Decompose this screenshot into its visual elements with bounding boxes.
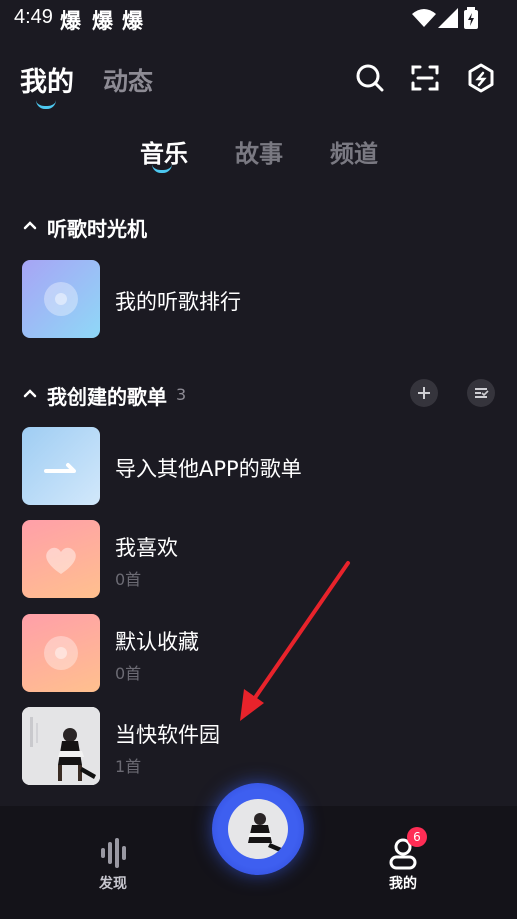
list-sort-icon (475, 388, 489, 398)
manage-playlists-button[interactable] (467, 379, 495, 407)
list-item-title[interactable]: 默认收藏 (115, 626, 199, 656)
list-item-title[interactable]: 导入其他APP的歌单 (115, 453, 302, 483)
signal-icon (438, 8, 458, 28)
now-playing-cover (228, 799, 288, 859)
heart-icon (46, 547, 76, 574)
tab-feed[interactable]: 动态 (103, 62, 153, 98)
chevron-up-icon[interactable] (23, 220, 37, 230)
tab-mine[interactable]: 我的 (20, 60, 74, 99)
list-item-title[interactable]: 当快软件园 (115, 719, 220, 749)
liked-thumbnail[interactable] (22, 520, 100, 598)
list-item-count: 0首 (115, 570, 142, 589)
nav-mine[interactable]: 我的 (389, 873, 417, 893)
list-item-count: 1首 (115, 757, 142, 776)
import-arrow-icon (44, 463, 76, 473)
list-item-count: 0首 (115, 664, 142, 683)
scan-icon[interactable] (410, 63, 440, 93)
ranking-title[interactable]: 我的听歌排行 (115, 286, 241, 316)
disc-icon (44, 636, 78, 670)
ranking-thumbnail[interactable] (22, 260, 100, 338)
import-thumbnail[interactable] (22, 427, 100, 505)
discover-waveform-icon (101, 838, 126, 868)
subtab-stories[interactable]: 故事 (235, 134, 283, 169)
notification-badge: 6 (407, 827, 427, 847)
custom-playlist-thumbnail[interactable] (22, 707, 100, 785)
album-cover-image (22, 707, 100, 785)
subtab-channels[interactable]: 频道 (330, 134, 378, 169)
add-playlist-button[interactable] (410, 379, 438, 407)
notification-icon: 爆 (92, 9, 113, 33)
plus-icon (418, 387, 430, 399)
section-title-time-machine[interactable]: 听歌时光机 (47, 213, 147, 242)
active-subtab-indicator (152, 164, 172, 173)
playlist-count: 3 (176, 385, 187, 404)
notification-icon: 爆 (60, 9, 81, 33)
annotation-arrow (240, 561, 350, 721)
now-playing-button[interactable] (212, 783, 304, 875)
battery-icon (464, 7, 478, 29)
wifi-icon (412, 9, 436, 27)
notification-icon: 爆 (122, 9, 143, 33)
section-title-playlists[interactable]: 我创建的歌单 (47, 381, 167, 410)
status-time: 4:49 (14, 6, 53, 28)
active-tab-indicator (36, 100, 56, 109)
search-icon[interactable] (355, 63, 385, 93)
now-playing-cover-image (248, 813, 284, 853)
list-item-title[interactable]: 我喜欢 (115, 532, 178, 562)
collection-thumbnail[interactable] (22, 614, 100, 692)
status-bar: 4:49 爆 爆 爆 (0, 0, 517, 38)
hexagon-settings-icon[interactable] (466, 63, 496, 93)
nav-discover[interactable]: 发现 (99, 873, 127, 893)
disc-icon (44, 282, 78, 316)
chevron-up-icon[interactable] (23, 388, 37, 398)
